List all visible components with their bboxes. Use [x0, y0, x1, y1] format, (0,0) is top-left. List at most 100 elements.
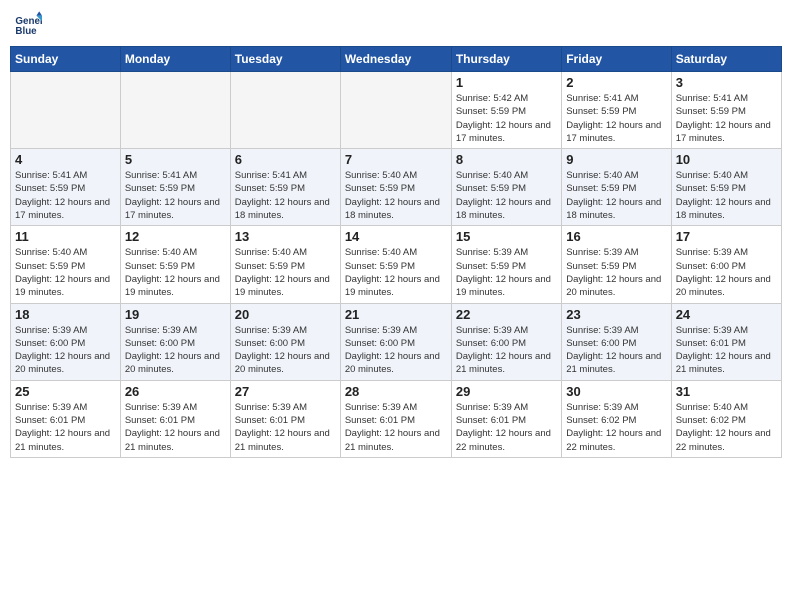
day-info: Sunrise: 5:39 AMSunset: 6:01 PMDaylight:… — [676, 324, 777, 377]
day-info: Sunrise: 5:41 AMSunset: 5:59 PMDaylight:… — [15, 169, 116, 222]
day-number: 21 — [345, 307, 447, 322]
calendar-week-row: 25Sunrise: 5:39 AMSunset: 6:01 PMDayligh… — [11, 380, 782, 457]
day-number: 16 — [566, 229, 666, 244]
day-info: Sunrise: 5:39 AMSunset: 6:01 PMDaylight:… — [235, 401, 336, 454]
calendar-day-cell: 18 Sunrise: 5:39 AMSunset: 6:00 PMDayligh… — [11, 303, 121, 380]
calendar-day-cell: 1 Sunrise: 5:42 AMSunset: 5:59 PMDaylight… — [451, 72, 561, 149]
day-info: Sunrise: 5:42 AMSunset: 5:59 PMDaylight:… — [456, 92, 557, 145]
weekday-header-cell: Friday — [562, 47, 671, 72]
day-info: Sunrise: 5:39 AMSunset: 6:01 PMDaylight:… — [125, 401, 226, 454]
day-number: 18 — [15, 307, 116, 322]
day-number: 28 — [345, 384, 447, 399]
calendar-body: 1 Sunrise: 5:42 AMSunset: 5:59 PMDaylight… — [11, 72, 782, 458]
day-info: Sunrise: 5:39 AMSunset: 6:01 PMDaylight:… — [15, 401, 116, 454]
weekday-header-cell: Monday — [120, 47, 230, 72]
day-number: 4 — [15, 152, 116, 167]
calendar-day-cell: 15 Sunrise: 5:39 AMSunset: 5:59 PMDayligh… — [451, 226, 561, 303]
day-number: 3 — [676, 75, 777, 90]
day-info: Sunrise: 5:39 AMSunset: 6:01 PMDaylight:… — [345, 401, 447, 454]
day-number: 9 — [566, 152, 666, 167]
calendar-day-cell: 31 Sunrise: 5:40 AMSunset: 6:02 PMDayligh… — [671, 380, 781, 457]
day-info: Sunrise: 5:39 AMSunset: 6:00 PMDaylight:… — [566, 324, 666, 377]
day-info: Sunrise: 5:40 AMSunset: 5:59 PMDaylight:… — [566, 169, 666, 222]
day-info: Sunrise: 5:40 AMSunset: 5:59 PMDaylight:… — [345, 169, 447, 222]
day-number: 24 — [676, 307, 777, 322]
calendar-day-cell: 12Sunrise: 5:40 AMSunset: 5:59 PMDayligh… — [120, 226, 230, 303]
calendar-day-cell: 17Sunrise: 5:39 AMSunset: 6:00 PMDayligh… — [671, 226, 781, 303]
day-info: Sunrise: 5:40 AMSunset: 5:59 PMDaylight:… — [345, 246, 447, 299]
day-info: Sunrise: 5:40 AMSunset: 5:59 PMDaylight:… — [456, 169, 557, 222]
day-info: Sunrise: 5:40 AMSunset: 5:59 PMDaylight:… — [15, 246, 116, 299]
calendar-day-cell: 10 Sunrise: 5:40 AMSunset: 5:59 PMDayligh… — [671, 149, 781, 226]
day-info: Sunrise: 5:39 AMSunset: 6:01 PMDaylight:… — [456, 401, 557, 454]
day-info: Sunrise: 5:39 AMSunset: 6:00 PMDaylight:… — [15, 324, 116, 377]
calendar-week-row: 11 Sunrise: 5:40 AMSunset: 5:59 PMDayligh… — [11, 226, 782, 303]
day-info: Sunrise: 5:39 AMSunset: 6:00 PMDaylight:… — [345, 324, 447, 377]
calendar-day-cell: 6 Sunrise: 5:41 AMSunset: 5:59 PMDaylight… — [230, 149, 340, 226]
day-info: Sunrise: 5:39 AMSunset: 5:59 PMDaylight:… — [566, 246, 666, 299]
day-number: 20 — [235, 307, 336, 322]
calendar-day-cell: 3 Sunrise: 5:41 AMSunset: 5:59 PMDaylight… — [671, 72, 781, 149]
calendar-day-cell: 2Sunrise: 5:41 AMSunset: 5:59 PMDaylight… — [562, 72, 671, 149]
day-number: 15 — [456, 229, 557, 244]
day-number: 17 — [676, 229, 777, 244]
calendar-day-cell: 13 Sunrise: 5:40 AMSunset: 5:59 PMDayligh… — [230, 226, 340, 303]
day-number: 6 — [235, 152, 336, 167]
calendar-day-cell: 11 Sunrise: 5:40 AMSunset: 5:59 PMDayligh… — [11, 226, 121, 303]
calendar-day-cell: 7 Sunrise: 5:40 AMSunset: 5:59 PMDaylight… — [340, 149, 451, 226]
calendar-day-cell: 23 Sunrise: 5:39 AMSunset: 6:00 PMDayligh… — [562, 303, 671, 380]
day-info: Sunrise: 5:39 AMSunset: 6:00 PMDaylight:… — [456, 324, 557, 377]
day-number: 22 — [456, 307, 557, 322]
svg-text:Blue: Blue — [15, 26, 37, 37]
day-number: 11 — [15, 229, 116, 244]
calendar-week-row: 1 Sunrise: 5:42 AMSunset: 5:59 PMDaylight… — [11, 72, 782, 149]
calendar-day-cell — [230, 72, 340, 149]
weekday-header-cell: Sunday — [11, 47, 121, 72]
calendar-day-cell: 22 Sunrise: 5:39 AMSunset: 6:00 PMDayligh… — [451, 303, 561, 380]
logo-icon: General Blue — [14, 10, 42, 38]
day-info: Sunrise: 5:40 AMSunset: 6:02 PMDaylight:… — [676, 401, 777, 454]
calendar-day-cell — [11, 72, 121, 149]
page-header: General Blue — [10, 10, 782, 38]
calendar-day-cell: 8 Sunrise: 5:40 AMSunset: 5:59 PMDaylight… — [451, 149, 561, 226]
day-info: Sunrise: 5:41 AMSunset: 5:59 PMDaylight:… — [676, 92, 777, 145]
logo: General Blue — [14, 10, 44, 38]
day-info: Sunrise: 5:40 AMSunset: 5:59 PMDaylight:… — [235, 246, 336, 299]
day-info: Sunrise: 5:40 AMSunset: 5:59 PMDaylight:… — [676, 169, 777, 222]
day-info: Sunrise: 5:41 AMSunset: 5:59 PMDaylight:… — [125, 169, 226, 222]
calendar-day-cell: 26 Sunrise: 5:39 AMSunset: 6:01 PMDayligh… — [120, 380, 230, 457]
day-number: 10 — [676, 152, 777, 167]
calendar-day-cell: 5 Sunrise: 5:41 AMSunset: 5:59 PMDaylight… — [120, 149, 230, 226]
day-number: 31 — [676, 384, 777, 399]
calendar-day-cell — [120, 72, 230, 149]
calendar-day-cell: 25Sunrise: 5:39 AMSunset: 6:01 PMDayligh… — [11, 380, 121, 457]
calendar-day-cell: 21 Sunrise: 5:39 AMSunset: 6:00 PMDayligh… — [340, 303, 451, 380]
weekday-header-cell: Tuesday — [230, 47, 340, 72]
day-number: 27 — [235, 384, 336, 399]
calendar-day-cell: 20Sunrise: 5:39 AMSunset: 6:00 PMDayligh… — [230, 303, 340, 380]
weekday-header-row: SundayMondayTuesdayWednesdayThursdayFrid… — [11, 47, 782, 72]
day-number: 5 — [125, 152, 226, 167]
calendar-day-cell: 19Sunrise: 5:39 AMSunset: 6:00 PMDayligh… — [120, 303, 230, 380]
day-number: 8 — [456, 152, 557, 167]
calendar-day-cell: 29Sunrise: 5:39 AMSunset: 6:01 PMDayligh… — [451, 380, 561, 457]
day-number: 14 — [345, 229, 447, 244]
day-info: Sunrise: 5:39 AMSunset: 6:02 PMDaylight:… — [566, 401, 666, 454]
calendar-day-cell — [340, 72, 451, 149]
day-number: 30 — [566, 384, 666, 399]
day-number: 26 — [125, 384, 226, 399]
calendar-day-cell: 14 Sunrise: 5:40 AMSunset: 5:59 PMDayligh… — [340, 226, 451, 303]
weekday-header-cell: Thursday — [451, 47, 561, 72]
calendar-week-row: 18 Sunrise: 5:39 AMSunset: 6:00 PMDayligh… — [11, 303, 782, 380]
day-number: 12 — [125, 229, 226, 244]
day-number: 7 — [345, 152, 447, 167]
day-number: 23 — [566, 307, 666, 322]
day-info: Sunrise: 5:39 AMSunset: 6:00 PMDaylight:… — [125, 324, 226, 377]
day-info: Sunrise: 5:41 AMSunset: 5:59 PMDaylight:… — [235, 169, 336, 222]
day-number: 13 — [235, 229, 336, 244]
calendar-day-cell: 27 Sunrise: 5:39 AMSunset: 6:01 PMDayligh… — [230, 380, 340, 457]
day-number: 1 — [456, 75, 557, 90]
weekday-header-cell: Saturday — [671, 47, 781, 72]
day-info: Sunrise: 5:39 AMSunset: 5:59 PMDaylight:… — [456, 246, 557, 299]
day-info: Sunrise: 5:41 AMSunset: 5:59 PMDaylight:… — [566, 92, 666, 145]
